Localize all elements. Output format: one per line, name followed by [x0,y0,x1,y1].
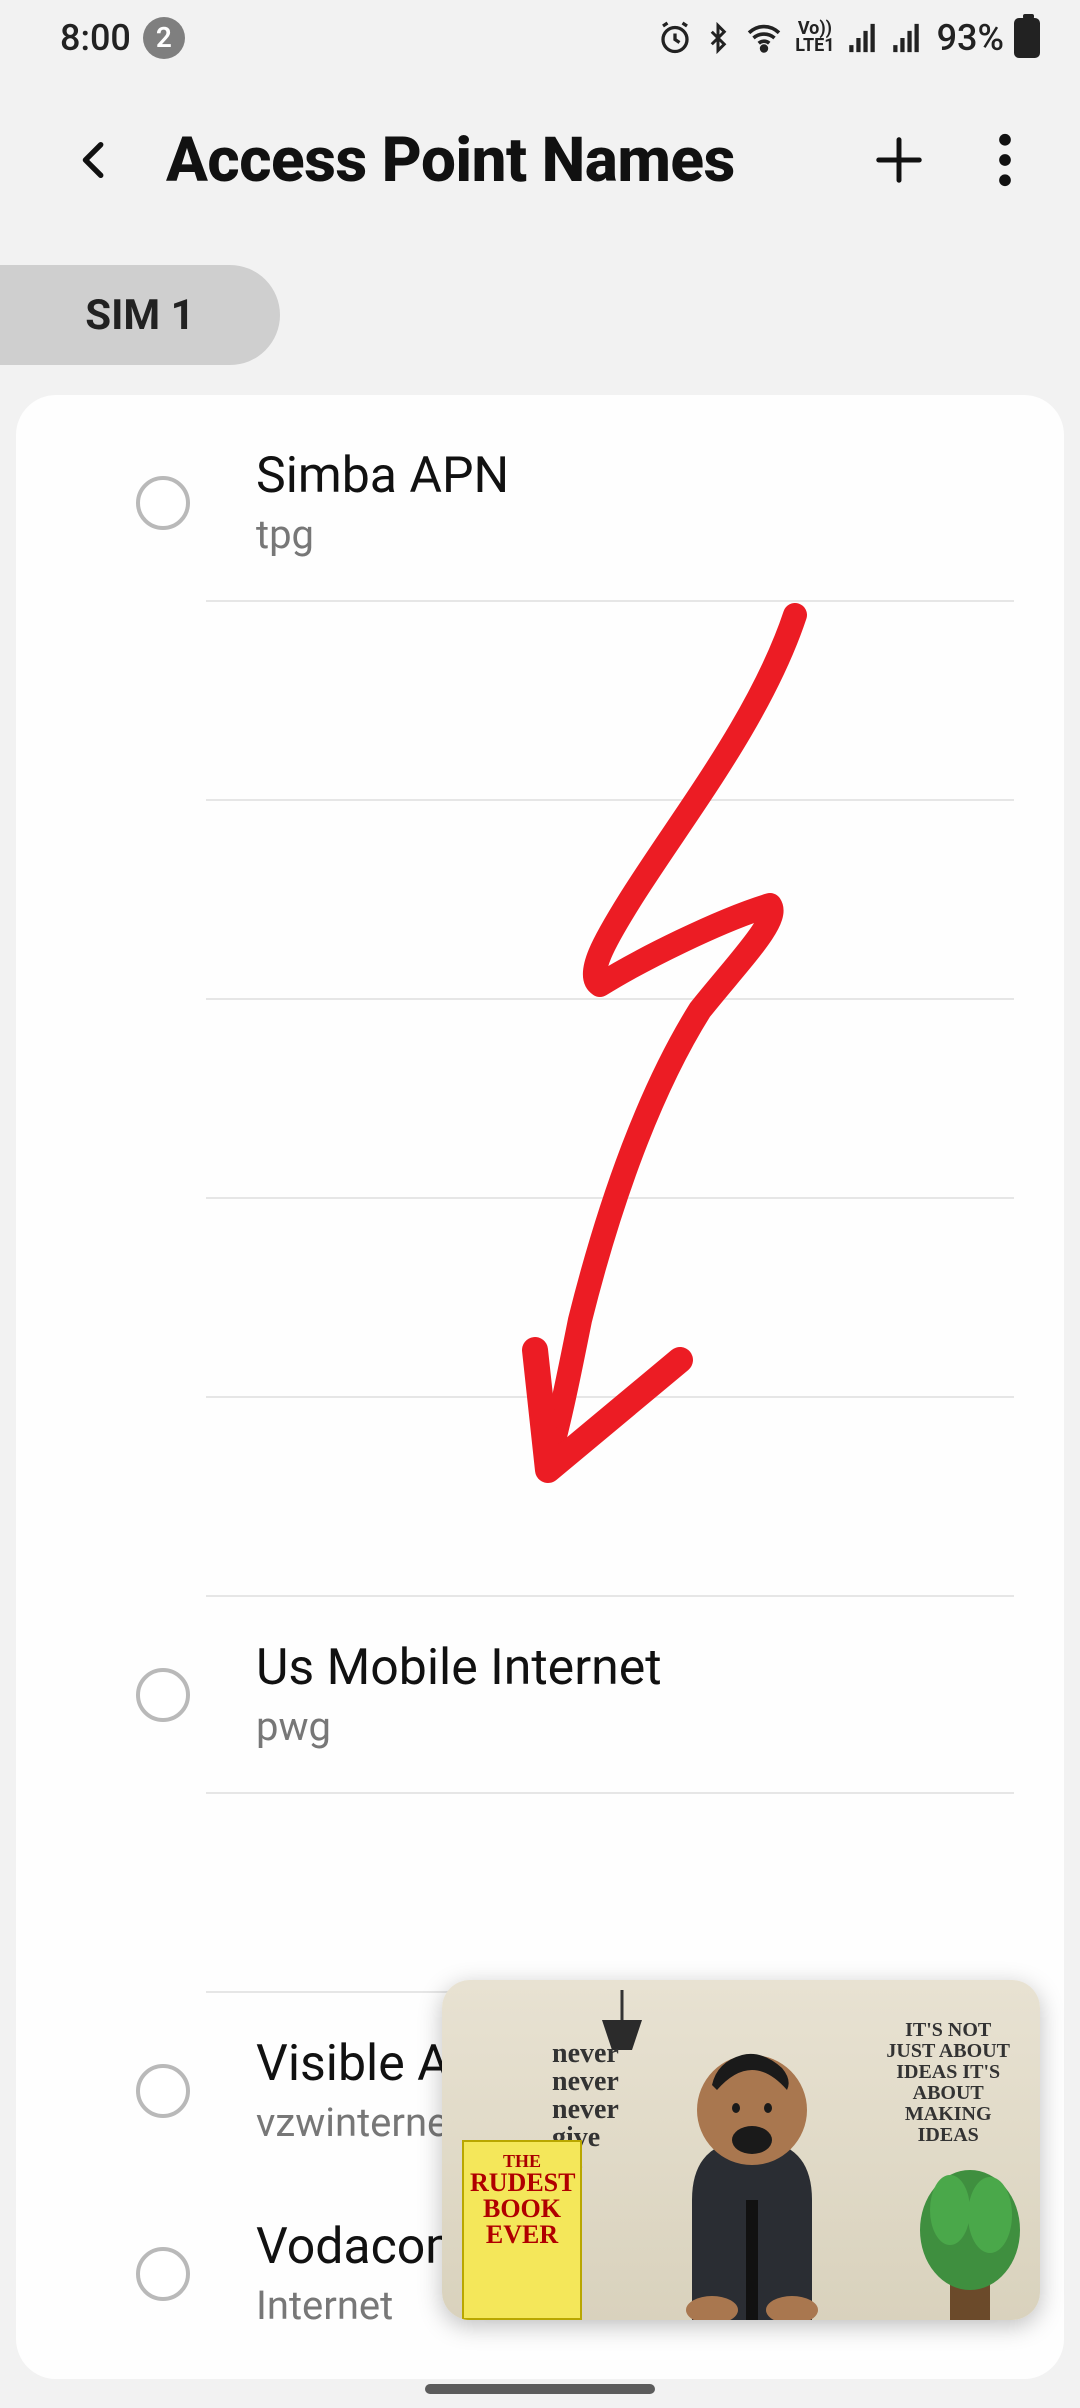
gesture-nav-handle[interactable] [425,2384,655,2394]
apn-title: Vodacom [256,2218,469,2276]
apn-title: Us Mobile Internet [256,1639,662,1697]
wifi-icon [743,20,785,56]
pip-book: THE RUDEST BOOK EVER [462,2140,582,2320]
apn-row-content: Us Mobile Internet pwg [256,1639,662,1750]
signal-icon-2 [889,21,923,55]
battery-percent: 93% [937,17,1004,59]
apn-sub: pwg [256,1703,662,1750]
apn-row-blank[interactable] [16,801,1064,998]
pip-video[interactable]: never never never give up IT'S NOT JUST … [442,1980,1040,2320]
apn-title: Simba APN [256,447,509,505]
pip-book-line: RUDEST [470,2170,574,2196]
plant-icon [910,2140,1030,2320]
page-title: Access Point Names [166,124,828,197]
apn-row-blank[interactable] [16,1000,1064,1197]
notification-count-badge: 2 [143,17,185,59]
alarm-icon [657,20,693,56]
status-right: Vo)) LTE1 93% [657,17,1040,59]
apn-row-blank[interactable] [16,1398,1064,1595]
apn-row-blank[interactable] [16,1794,1064,1991]
more-vertical-icon [998,133,1012,187]
volte-icon: Vo)) LTE1 [795,21,834,53]
radio-unselected-icon[interactable] [136,2247,190,2301]
person-icon [622,2020,882,2320]
apn-row-blank[interactable] [16,602,1064,799]
apn-row-blank[interactable] [16,1199,1064,1396]
radio-unselected-icon[interactable] [136,1668,190,1722]
apn-row-usmobile[interactable]: Us Mobile Internet pwg [16,1597,1064,1792]
radio-unselected-icon[interactable] [136,2064,190,2118]
plus-icon [872,133,926,187]
apn-row-content: Simba APN tpg [256,447,509,558]
status-bar: 8:00 2 Vo)) LTE1 93% [0,0,1080,75]
add-button[interactable] [864,125,934,195]
chevron-left-icon [72,130,118,190]
sim-tabs: SIM 1 [0,265,1080,365]
battery-icon [1014,18,1040,58]
pip-book-line: BOOK [470,2196,574,2222]
status-time: 8:00 [60,17,131,59]
apn-sub: tpg [256,511,509,558]
status-left: 8:00 2 [60,17,185,59]
apn-sub: Internet [256,2282,469,2329]
more-button[interactable] [970,125,1040,195]
pip-book-line: EVER [470,2222,574,2248]
back-button[interactable] [60,125,130,195]
tab-sim-1[interactable]: SIM 1 [0,265,280,365]
radio-unselected-icon[interactable] [136,476,190,530]
apn-row-simba[interactable]: Simba APN tpg [16,405,1064,600]
header: Access Point Names [0,75,1080,245]
pip-wall-text-right: IT'S NOT JUST ABOUT IDEAS IT'S ABOUT MAK… [886,2020,1010,2146]
signal-icon-1 [845,21,879,55]
apn-row-content: Vodacom Internet [256,2218,469,2329]
bluetooth-icon [703,20,733,56]
